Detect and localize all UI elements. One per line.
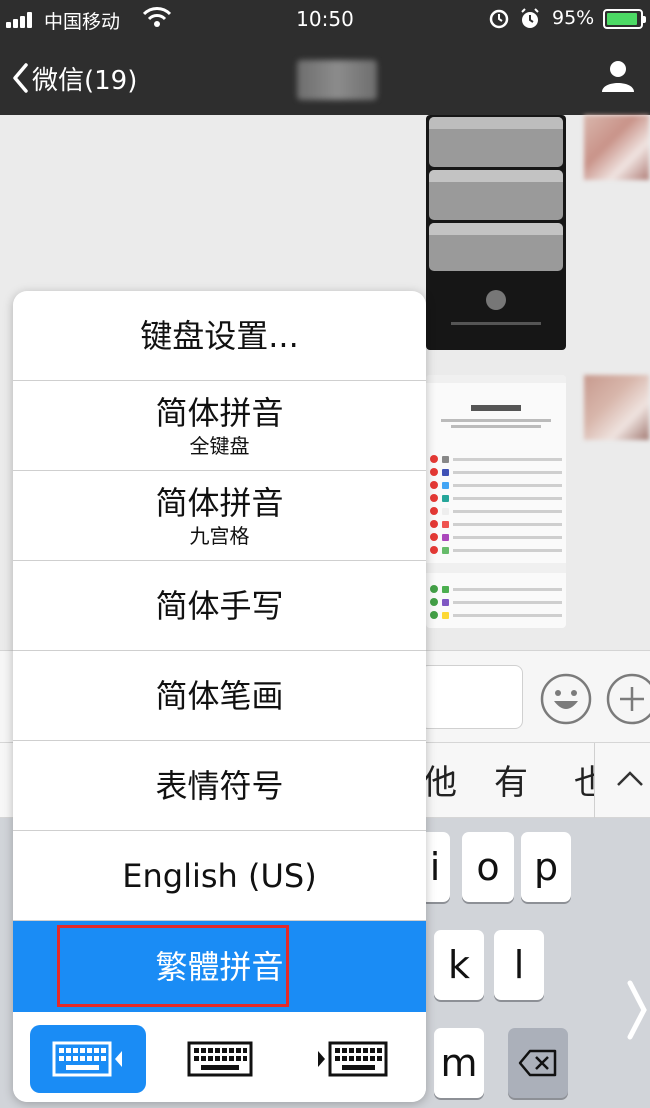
menu-item-pinyin-9key[interactable]: 简体拼音 九宫格 bbox=[13, 471, 426, 561]
nav-bar: 微信(19) bbox=[0, 38, 650, 115]
menu-item-label: 表情符号 bbox=[155, 766, 284, 805]
image-message[interactable] bbox=[426, 375, 566, 628]
plus-icon[interactable] bbox=[606, 673, 650, 725]
keyboard-right-button[interactable] bbox=[294, 1025, 410, 1093]
back-label: 微信(19) bbox=[32, 65, 138, 96]
candidate-word[interactable]: 也 bbox=[574, 755, 594, 804]
key[interactable]: k bbox=[434, 930, 484, 1000]
person-icon[interactable] bbox=[600, 58, 636, 94]
key[interactable]: l bbox=[494, 930, 544, 1000]
avatar[interactable] bbox=[584, 375, 649, 440]
menu-item-label: English (US) bbox=[122, 856, 317, 895]
message-input[interactable] bbox=[420, 665, 523, 729]
image-message[interactable] bbox=[426, 115, 566, 350]
menu-item-traditional-pinyin[interactable]: 繁體拼音 bbox=[13, 921, 426, 1012]
delete-key[interactable] bbox=[508, 1028, 568, 1098]
keyboard-right-icon bbox=[318, 1041, 388, 1077]
keyboard-full-icon bbox=[187, 1041, 253, 1077]
menu-item-sublabel: 全键盘 bbox=[189, 433, 250, 458]
menu-item-emoji[interactable]: 表情符号 bbox=[13, 741, 426, 831]
menu-item-keyboard-settings[interactable]: 键盘设置... bbox=[13, 291, 426, 381]
menu-item-label: 简体笔画 bbox=[155, 676, 284, 715]
battery-percent: 95% bbox=[552, 7, 595, 29]
backspace-icon bbox=[518, 1049, 557, 1077]
menu-item-sublabel: 九宫格 bbox=[189, 523, 250, 548]
menu-item-label: 简体手写 bbox=[155, 586, 284, 625]
battery-icon bbox=[603, 9, 646, 29]
menu-item-handwriting[interactable]: 简体手写 bbox=[13, 561, 426, 651]
candidate-word[interactable]: 有 bbox=[494, 755, 528, 804]
chevron-up-icon[interactable] bbox=[612, 761, 648, 797]
key[interactable]: m bbox=[434, 1028, 484, 1098]
status-bar: 中国移动 10:50 95% bbox=[0, 0, 650, 38]
chat-title bbox=[297, 60, 377, 100]
menu-item-english[interactable]: English (US) bbox=[13, 831, 426, 921]
top-bar: 中国移动 10:50 95% 微信(19) bbox=[0, 0, 650, 115]
keyboard-full-button[interactable] bbox=[162, 1025, 278, 1093]
menu-item-label: 键盘设置... bbox=[140, 316, 299, 355]
avatar[interactable] bbox=[584, 115, 649, 180]
chevron-right-icon[interactable] bbox=[624, 975, 650, 1045]
keyboard-left-icon bbox=[52, 1041, 122, 1077]
emoji-icon[interactable] bbox=[540, 673, 592, 725]
candidate-word[interactable]: 他 bbox=[423, 755, 457, 804]
menu-item-label: 简体拼音 bbox=[155, 393, 284, 432]
key[interactable]: o bbox=[462, 832, 514, 902]
divider bbox=[594, 743, 595, 819]
annotation-highlight-box bbox=[57, 925, 289, 1007]
chevron-left-icon bbox=[13, 63, 28, 93]
keyboard-left-button[interactable] bbox=[30, 1025, 146, 1093]
menu-item-label: 简体拼音 bbox=[155, 483, 284, 522]
menu-item-stroke[interactable]: 简体笔画 bbox=[13, 651, 426, 741]
menu-item-pinyin-qwerty[interactable]: 简体拼音 全键盘 bbox=[13, 381, 426, 471]
keyboard-language-menu: 键盘设置... 简体拼音 全键盘 简体拼音 九宫格 简体手写 简体笔画 表情符号… bbox=[13, 291, 426, 1102]
back-button[interactable]: 微信(19) bbox=[12, 58, 137, 98]
key[interactable]: p bbox=[521, 832, 571, 902]
keyboard-layout-switcher bbox=[13, 1012, 426, 1102]
alarm-icon bbox=[489, 8, 539, 29]
